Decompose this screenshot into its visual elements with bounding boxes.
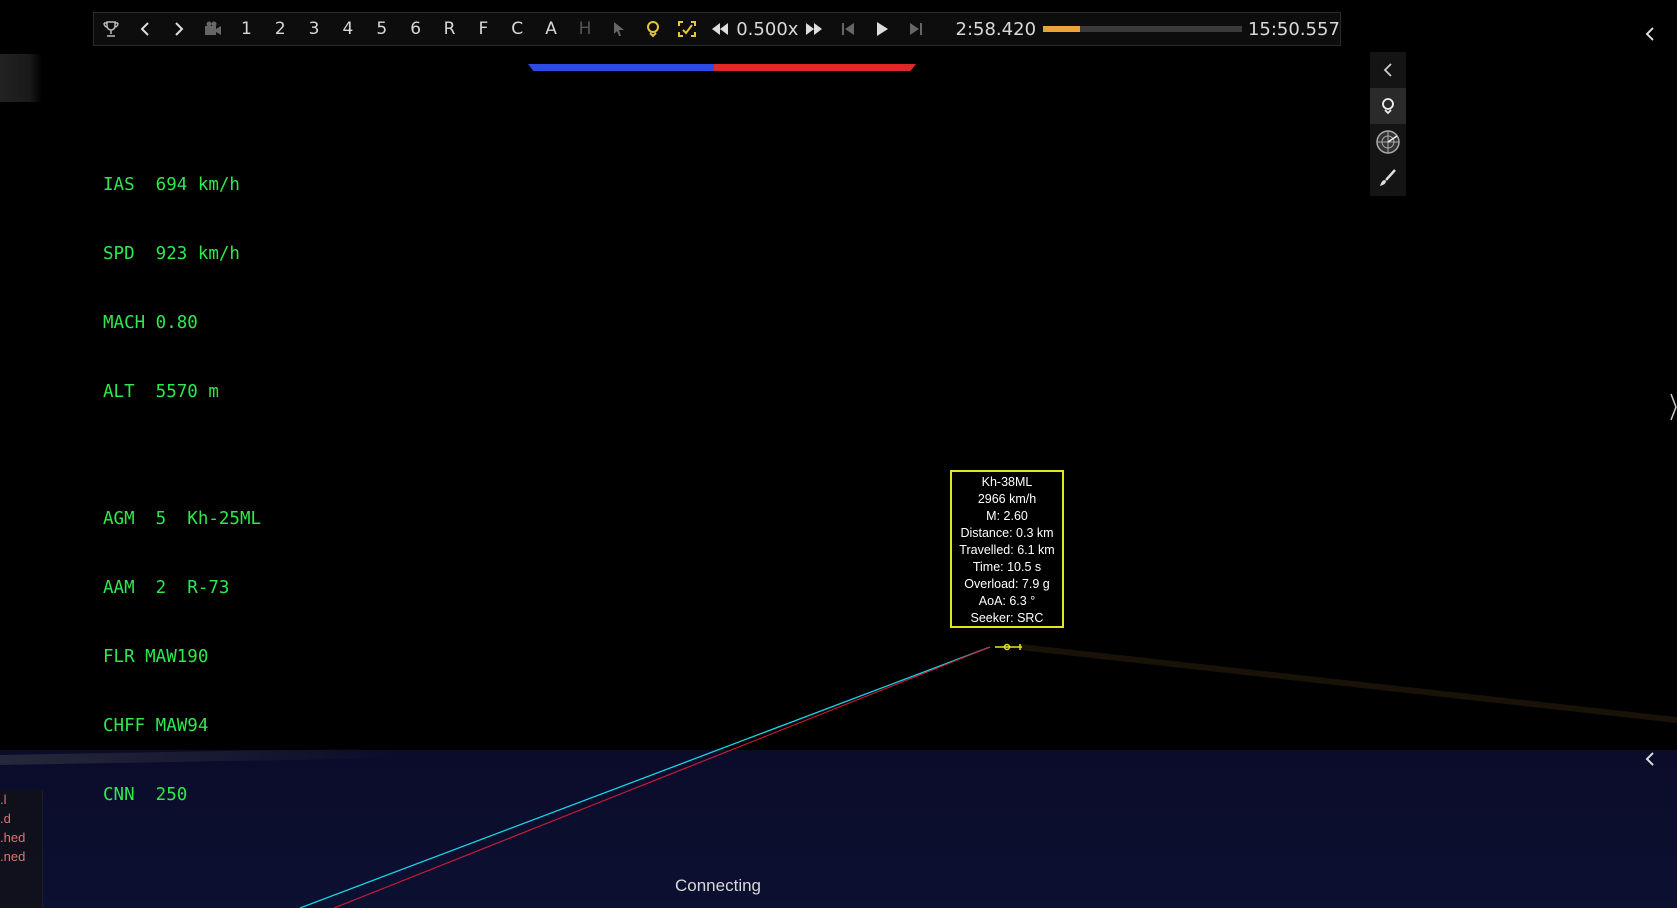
log-line: ned. (0, 849, 26, 864)
hud-flares: FLR MAW190 (103, 647, 209, 667)
top-right-collapse-button[interactable] (1640, 24, 1660, 44)
team-balance-bar (528, 64, 916, 71)
missile-trail-faint (1019, 644, 1677, 723)
missile-time: Time: 10.5 s (972, 560, 1042, 574)
log-line: d. (0, 811, 11, 826)
chevron-left-icon (1645, 752, 1654, 766)
camera-key-1[interactable]: 1 (229, 12, 263, 46)
hud-alt: ALT 5570 m (103, 382, 219, 402)
camera-key-3[interactable]: 3 (297, 12, 331, 46)
play-icon[interactable] (865, 12, 899, 46)
hud-aam: AAM 2 R-73 (103, 578, 230, 598)
map-pin-icon (1382, 98, 1394, 115)
event-log: l. d. hed. ned. (0, 790, 43, 908)
chevron-left-icon (1645, 27, 1654, 41)
right-edge-handle[interactable] (1670, 392, 1677, 421)
hud-chaff: CHFF MAW94 (103, 716, 209, 736)
side-tool-panel (1370, 52, 1406, 196)
log-line: hed. (0, 830, 26, 845)
camera-key-6[interactable]: 6 (399, 12, 433, 46)
missile-speed: 2966 km/h (977, 492, 1037, 506)
skip-back-icon[interactable] (831, 12, 865, 46)
hud-cannon: CNN 250 (103, 785, 188, 805)
camera-key-r[interactable]: R (433, 12, 467, 46)
connection-status: Connecting (675, 876, 762, 895)
hud-ias: IAS 694 km/h (103, 175, 240, 195)
missile-seeker: Seeker: SRC (970, 611, 1044, 625)
hud-agm: AGM 5 Kh-25ML (103, 509, 262, 529)
bottom-right-collapse-button[interactable] (1640, 749, 1660, 769)
current-time: 2:58.420 (955, 18, 1037, 40)
radar-icon (1376, 130, 1400, 154)
aircraft-trajectory-red (333, 646, 991, 908)
camera-key-f[interactable]: F (466, 12, 500, 46)
chevron-left-icon[interactable] (128, 12, 162, 46)
timeline-slider[interactable] (1042, 26, 1242, 32)
team-red-bar (714, 64, 916, 71)
team-blue-bar (528, 64, 715, 71)
fast-forward-icon[interactable] (797, 12, 831, 46)
left-panel-tab[interactable] (0, 54, 42, 102)
camera-icon[interactable] (196, 12, 230, 46)
map-pin-icon[interactable] (636, 12, 670, 46)
rewind-icon[interactable] (703, 12, 737, 46)
missile-mach: M: 2.60 (986, 509, 1028, 523)
missile-aoa: AoA: 6.3 ° (978, 594, 1036, 608)
auto-track-icon[interactable] (670, 12, 704, 46)
map-pin-button[interactable] (1370, 88, 1406, 124)
camera-key-a[interactable]: A (534, 12, 568, 46)
timeline-progress (1042, 26, 1080, 32)
hud-mach: MACH 0.80 (103, 313, 198, 333)
trophy-icon[interactable] (94, 12, 128, 46)
missile-distance: Distance: 0.3 km (960, 526, 1054, 540)
flight-hud: IAS 694 km/h SPD 923 km/h MACH 0.80 ALT … (103, 128, 261, 830)
missile-info-tooltip: Kh-38ML 2966 km/h M: 2.60 Distance: 0.3 … (950, 470, 1064, 628)
missile-trajectory-cyan (299, 646, 991, 908)
collapse-panel-button[interactable] (1370, 52, 1406, 88)
chevron-left-icon (1383, 63, 1392, 77)
camera-key-2[interactable]: 2 (263, 12, 297, 46)
missile-name: Kh-38ML (981, 475, 1033, 489)
log-line: l. (0, 792, 7, 807)
brush-icon (1380, 169, 1396, 186)
camera-key-5[interactable]: 5 (365, 12, 399, 46)
camera-key-c[interactable]: C (500, 12, 534, 46)
playback-speed[interactable]: 0.500x (736, 12, 798, 46)
chevron-right-icon[interactable] (162, 12, 196, 46)
replay-toolbar: 1 2 3 4 5 6 R F C A H 0.500x 2:58.420 15… (93, 12, 1341, 46)
skip-forward-icon[interactable] (899, 12, 933, 46)
missile-overload: Overload: 7.9 g (964, 577, 1050, 591)
cursor-icon[interactable] (602, 12, 636, 46)
missile-marker (995, 643, 1022, 651)
radar-button[interactable] (1370, 124, 1406, 160)
camera-key-4[interactable]: 4 (331, 12, 365, 46)
camera-key-h[interactable]: H (568, 12, 602, 46)
hud-spd: SPD 923 km/h (103, 244, 240, 264)
brush-button[interactable] (1370, 160, 1406, 196)
total-time: 15:50.557 (1247, 18, 1340, 40)
missile-travelled: Travelled: 6.1 km (959, 543, 1055, 557)
